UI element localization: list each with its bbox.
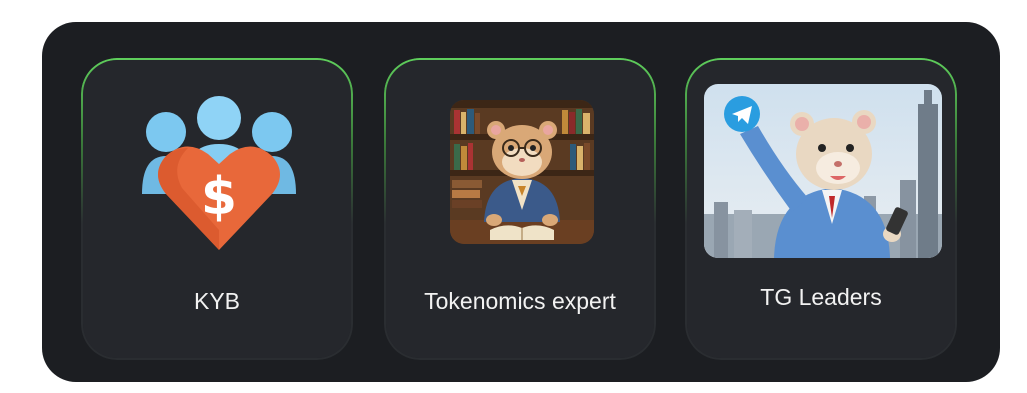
card-label: Tokenomics expert	[424, 288, 616, 314]
card-label: KYB	[193, 288, 241, 314]
cards-panel: $ KYB Tokenomics expert TG Leaders	[42, 22, 1000, 382]
card-kyb[interactable]: $ KYB	[81, 58, 353, 360]
svg-text:$: $	[201, 167, 237, 227]
kyb-heart-dollar-icon: $	[142, 96, 296, 250]
card-label: TG Leaders	[760, 284, 882, 310]
card-tokenomics-expert[interactable]: Tokenomics expert	[384, 58, 656, 360]
hamster-scholar-image	[450, 100, 594, 244]
card-tg-leaders[interactable]: TG Leaders	[685, 58, 957, 360]
hamster-telegram-image	[704, 84, 942, 258]
